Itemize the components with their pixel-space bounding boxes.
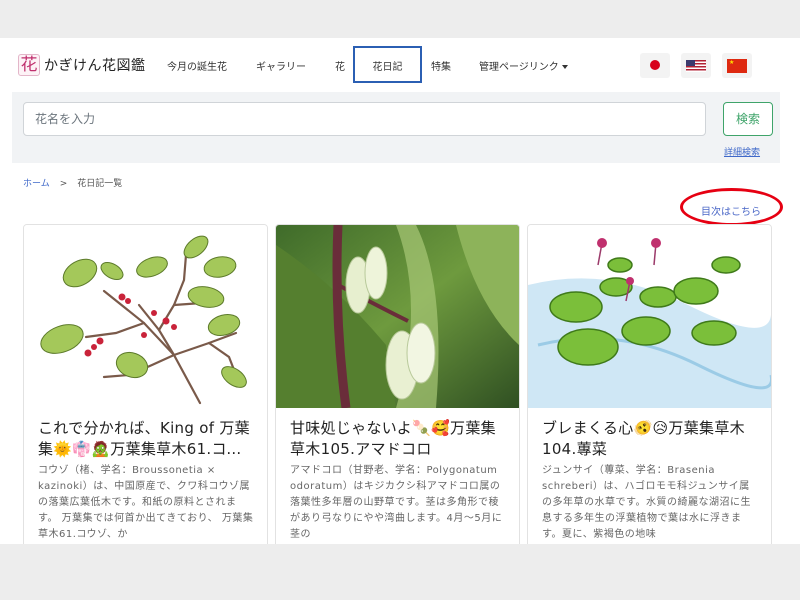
nav-item-gallery[interactable]: ギャラリー <box>256 58 306 73</box>
card-excerpt: ジュンサイ（蓴菜、学名：Brasenia schreberi）は、ハゴロモモ科ジ… <box>542 465 751 540</box>
us-flag-icon[interactable] <box>681 53 711 78</box>
advanced-search-link[interactable]: 詳細検索 <box>724 145 760 158</box>
article-card-amadokoro[interactable]: 甘味処じゃないよ🍡🥰万葉集草木105.アマドコロ アマドコロ（甘野老、学名：Po… <box>275 224 520 544</box>
nav-item-birth-flower[interactable]: 今月の誕生花 <box>167 58 227 73</box>
china-flag-icon[interactable]: ★ <box>722 53 752 78</box>
search-button[interactable]: 検索 <box>723 102 773 136</box>
navbar: 花 かぎけん花図鑑 今月の誕生花 ギャラリー 花 花日記 特集 管理ページリンク… <box>0 38 800 92</box>
annotation-circle <box>680 188 783 226</box>
page: 花 かぎけん花図鑑 今月の誕生花 ギャラリー 花 花日記 特集 管理ページリンク… <box>0 38 800 544</box>
breadcrumb-home-link[interactable]: ホーム <box>23 179 50 189</box>
nav-item-features[interactable]: 特集 <box>431 58 451 73</box>
card-title[interactable]: 甘味処じゃないよ🍡🥰万葉集草木105.アマドコロ <box>290 418 508 460</box>
breadcrumb-separator: > <box>59 179 68 189</box>
logo-text: かぎけん花図鑑 <box>44 58 146 74</box>
search-input[interactable] <box>23 102 706 136</box>
nav-item-flower-diary[interactable]: 花日記 <box>353 46 422 83</box>
card-title[interactable]: これで分かれば、King of 万葉集🌞👘🧟万葉集草木61.コウゾ <box>38 418 256 460</box>
kozo-illustration <box>24 225 267 408</box>
amadokoro-photo <box>276 225 519 408</box>
card-excerpt: コウゾ（楮、学名：Broussonetia × kazinoki）は、中国原産で… <box>38 465 254 540</box>
site-logo[interactable]: 花 かぎけん花図鑑 <box>18 53 146 77</box>
nav-item-flower-diary-label: 花日記 <box>372 62 403 73</box>
nav-item-admin-links[interactable]: 管理ページリンク <box>479 58 568 73</box>
breadcrumb-current: 花日記一覧 <box>77 179 123 189</box>
article-card-junsai[interactable]: ブレまくる心🫨😥万葉集草木104.蓴菜 ジュンサイ（蓴菜、学名：Brasenia… <box>527 224 772 544</box>
breadcrumb: ホーム > 花日記一覧 <box>23 176 122 189</box>
logo-mark: 花 <box>18 54 40 76</box>
japan-flag-icon[interactable] <box>640 53 670 78</box>
card-title[interactable]: ブレまくる心🫨😥万葉集草木104.蓴菜 <box>542 418 760 460</box>
nav-item-admin-links-label: 管理ページリンク <box>479 62 559 73</box>
nav-item-flower[interactable]: 花 <box>335 58 345 73</box>
search-panel: 検索 詳細検索 <box>12 92 780 163</box>
caret-down-icon <box>561 65 568 69</box>
junsai-illustration <box>528 225 771 408</box>
article-card-kozo[interactable]: これで分かれば、King of 万葉集🌞👘🧟万葉集草木61.コウゾ コウゾ（楮、… <box>23 224 268 544</box>
card-excerpt: アマドコロ（甘野老、学名：Polygonatum odoratum）はキジカクシ… <box>290 465 503 540</box>
